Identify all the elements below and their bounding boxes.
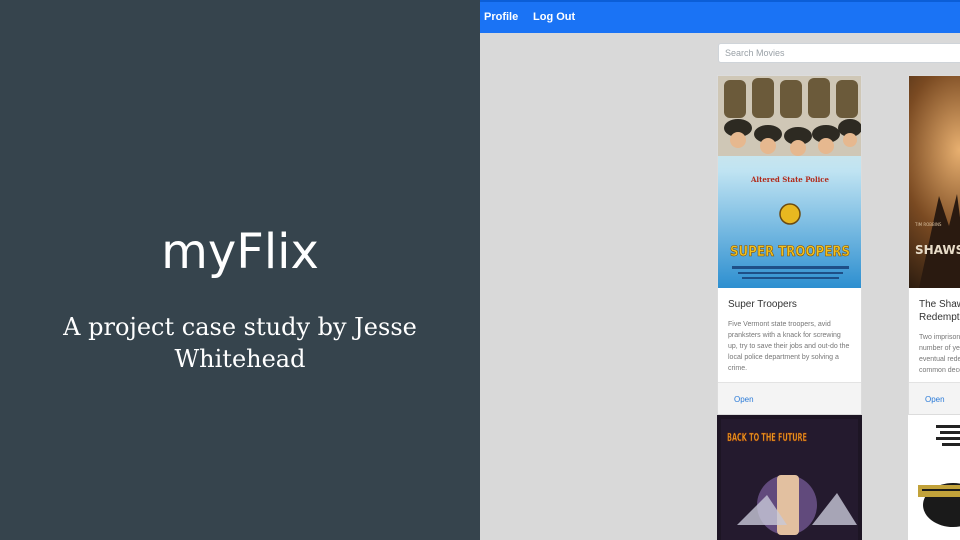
nav-logout-link[interactable]: Log Out [533, 11, 575, 23]
movie-description: Two imprisoned men bond over a number of… [919, 334, 960, 374]
title-slide-panel: myFlix A project case study by Jesse Whi… [0, 0, 480, 540]
movie-title: The Shawshank Redemption [919, 299, 960, 323]
card-footer: Open [718, 382, 861, 414]
poster-tagline: Altered State Police [750, 175, 830, 184]
movie-card: TIM ROBBINS SHAWSHANK The Shawshank Rede… [908, 75, 960, 415]
open-button[interactable]: Open [734, 395, 754, 404]
movie-card: Altered State Police SUPER TROOPERS Supe… [717, 75, 862, 415]
movie-poster: Altered State Police SUPER TROOPERS [718, 76, 861, 288]
movie-card-partial [908, 415, 960, 540]
card-body: Super Troopers Five Vermont state troope… [718, 288, 861, 384]
search-input[interactable]: Search Movies [718, 43, 960, 63]
svg-text:TIM ROBBINS: TIM ROBBINS [914, 222, 942, 227]
movie-card-partial: BACK TO THE FUTURE [717, 415, 862, 540]
slide-title: myFlix [161, 224, 319, 280]
open-button[interactable]: Open [925, 395, 945, 404]
poster-headline: SUPER TROOPERS [730, 244, 850, 260]
poster-headline: SHAWSHANK [915, 243, 960, 257]
movie-poster: TIM ROBBINS SHAWSHANK [909, 76, 960, 288]
card-footer: Open [909, 382, 960, 414]
slide-subtitle: A project case study by Jesse Whitehead [63, 313, 417, 373]
app-screenshot: Profile Log Out Search Movies Altered St… [480, 0, 960, 540]
movie-title: Super Troopers [728, 299, 797, 310]
nav-profile-link[interactable]: Profile [484, 11, 518, 23]
poster-headline: BACK TO THE FUTURE [727, 431, 807, 444]
movie-description: Five Vermont state troopers, avid pranks… [728, 321, 850, 372]
top-navbar: Profile Log Out [480, 0, 960, 33]
card-body: The Shawshank Redemption Two imprisoned … [909, 288, 960, 386]
